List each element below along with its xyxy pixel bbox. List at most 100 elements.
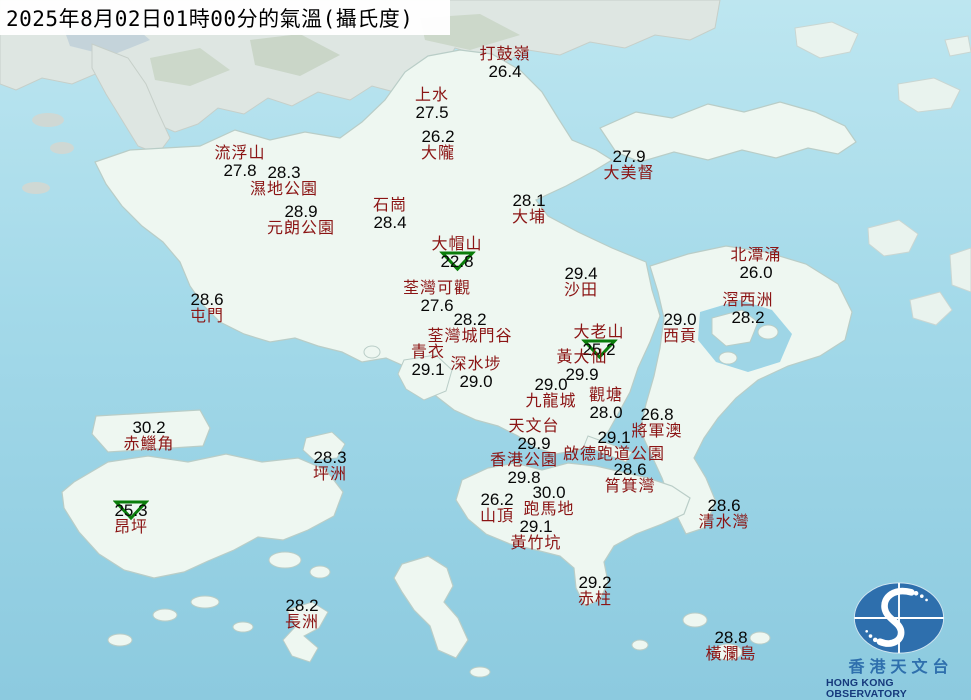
- station-value-text: 29.1: [519, 517, 552, 536]
- station-value: 26.2: [421, 128, 455, 146]
- station-value: 30.0: [523, 484, 574, 502]
- station-value-text: 29.0: [459, 372, 492, 391]
- station-濕地公園: 28.3濕地公園: [250, 164, 318, 198]
- station-name: 山頂: [480, 509, 514, 525]
- station-name: 九龍城: [525, 394, 576, 410]
- station-value: 28.3: [250, 164, 318, 182]
- station-value: 28.2: [427, 311, 512, 329]
- station-value: 29.0: [450, 373, 501, 391]
- station-value-text: 27.5: [415, 103, 448, 122]
- station-name: 濕地公園: [250, 182, 318, 198]
- station-name: 觀塘: [589, 388, 623, 404]
- station-value: 28.6: [604, 461, 655, 479]
- station-天文台: 天文台29.9: [508, 419, 559, 453]
- station-value-text: 28.3: [267, 163, 300, 182]
- station-value-text: 26.8: [640, 405, 673, 424]
- station-屯門: 28.6屯門: [190, 291, 224, 325]
- station-value: 29.1: [510, 518, 561, 536]
- station-name: 沙田: [564, 283, 598, 299]
- station-value: 25.3: [114, 502, 148, 520]
- station-name: 筲箕灣: [604, 479, 655, 495]
- station-name: 赤柱: [578, 592, 612, 608]
- station-value: 28.4: [373, 214, 407, 232]
- station-黃竹坑: 29.1黃竹坑: [510, 518, 561, 552]
- station-赤柱: 29.2赤柱: [578, 574, 612, 608]
- station-清水灣: 28.6清水灣: [698, 497, 749, 531]
- station-name: 橫瀾島: [705, 647, 756, 663]
- station-value-text: 28.1: [512, 191, 545, 210]
- station-name: 流浮山: [214, 146, 265, 162]
- station-value-text: 26.4: [488, 62, 521, 81]
- station-大帽山: 大帽山22.8: [431, 237, 482, 271]
- station-昂坪: 25.3昂坪: [114, 502, 148, 536]
- station-name: 大埔: [512, 210, 546, 226]
- station-value-text: 26.0: [739, 263, 772, 282]
- station-value: 29.9: [508, 435, 559, 453]
- station-name: 北潭涌: [730, 248, 781, 264]
- station-元朗公園: 28.9元朗公園: [267, 203, 335, 237]
- station-value: 29.0: [525, 376, 576, 394]
- station-value: 28.6: [698, 497, 749, 515]
- logo-title-zh: 香港天文台: [843, 660, 953, 676]
- station-value-text: 25.3: [114, 501, 147, 520]
- station-value: 28.3: [313, 449, 347, 467]
- station-value-text: 30.2: [132, 418, 165, 437]
- station-name: 坪洲: [313, 467, 347, 483]
- station-啟德跑道公園: 29.1啟德跑道公園: [563, 429, 665, 463]
- station-value-text: 29.0: [663, 310, 696, 329]
- station-value-text: 28.3: [313, 448, 346, 467]
- station-西貢: 29.0西貢: [663, 311, 697, 345]
- station-value: 29.4: [564, 265, 598, 283]
- station-name: 深水埗: [450, 357, 501, 373]
- station-name: 上水: [415, 88, 449, 104]
- station-北潭涌: 北潭涌26.0: [730, 248, 781, 282]
- station-name: 跑馬地: [523, 502, 574, 518]
- station-value-text: 28.2: [453, 310, 486, 329]
- station-name: 青衣: [411, 345, 445, 361]
- station-value: 27.5: [415, 104, 449, 122]
- station-筲箕灣: 28.6筲箕灣: [604, 461, 655, 495]
- station-value: 30.2: [123, 419, 174, 437]
- station-value-text: 26.2: [421, 127, 454, 146]
- hko-logo: 香港天文台 HONG KONG OBSERVATORY: [826, 580, 971, 700]
- station-value: 28.0: [589, 404, 623, 422]
- station-滘西洲: 滘西洲28.2: [722, 293, 773, 327]
- station-name: 滘西洲: [722, 293, 773, 309]
- station-觀塘: 觀塘28.0: [589, 388, 623, 422]
- station-赤鱲角: 30.2赤鱲角: [123, 419, 174, 453]
- station-value: 26.2: [480, 491, 514, 509]
- station-name: 清水灣: [698, 515, 749, 531]
- station-name: 黃大仙: [556, 350, 607, 366]
- hko-logo-icon: [851, 580, 947, 656]
- station-打鼓嶺: 打鼓嶺26.4: [479, 47, 530, 81]
- station-value: 28.2: [722, 309, 773, 327]
- station-value: 28.9: [267, 203, 335, 221]
- station-value: 26.4: [479, 63, 530, 81]
- station-name: 石崗: [373, 198, 407, 214]
- station-value: 28.6: [190, 291, 224, 309]
- station-青衣: 青衣29.1: [411, 345, 445, 379]
- station-石崗: 石崗28.4: [373, 198, 407, 232]
- station-name: 香港公園: [490, 453, 558, 469]
- station-value-text: 29.1: [597, 428, 630, 447]
- station-value: 26.0: [730, 264, 781, 282]
- station-value: 29.0: [663, 311, 697, 329]
- station-大美督: 27.9大美督: [603, 148, 654, 182]
- station-value: 28.2: [285, 597, 319, 615]
- station-香港公園: 香港公園29.8: [490, 453, 558, 487]
- station-value-text: 29.9: [517, 434, 550, 453]
- station-name: 昂坪: [114, 520, 148, 536]
- station-value-text: 28.6: [613, 460, 646, 479]
- station-value-text: 29.2: [578, 573, 611, 592]
- station-荃灣城門谷: 28.2荃灣城門谷: [427, 311, 512, 345]
- station-value: 28.8: [705, 629, 756, 647]
- station-value: 27.9: [603, 148, 654, 166]
- station-value-text: 22.8: [440, 252, 473, 271]
- station-value-text: 28.0: [589, 403, 622, 422]
- station-value-text: 28.6: [707, 496, 740, 515]
- station-value-text: 30.0: [532, 483, 565, 502]
- station-value-text: 28.4: [373, 213, 406, 232]
- station-value-text: 29.0: [534, 375, 567, 394]
- logo-title-en: HONG KONG OBSERVATORY: [826, 678, 971, 699]
- station-value-text: 29.1: [411, 360, 444, 379]
